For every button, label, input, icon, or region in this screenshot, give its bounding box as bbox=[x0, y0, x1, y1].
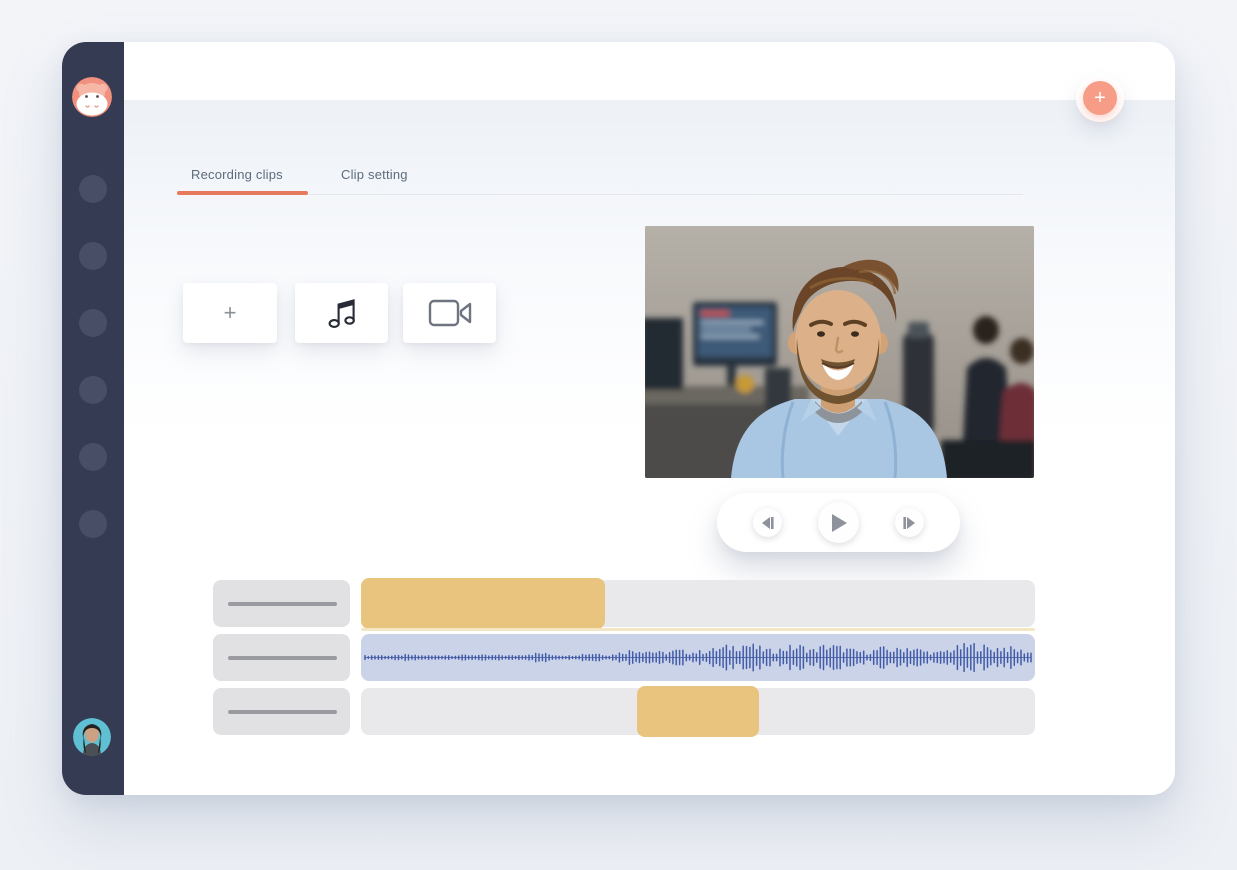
waveform-svg bbox=[361, 634, 1035, 681]
next-button[interactable] bbox=[895, 508, 924, 537]
video-camera-icon bbox=[428, 299, 472, 327]
sidebar-nav bbox=[62, 175, 124, 577]
track-separator-line bbox=[361, 628, 1035, 631]
add-clip-button[interactable]: + bbox=[183, 283, 277, 343]
playback-controls bbox=[717, 493, 960, 552]
sidebar-nav-item-5[interactable] bbox=[79, 443, 107, 471]
timeline-clip[interactable] bbox=[637, 686, 758, 737]
plus-icon: + bbox=[1094, 88, 1106, 108]
add-button[interactable]: + bbox=[1083, 81, 1117, 115]
step-forward-icon bbox=[903, 517, 916, 529]
tab-clip-setting[interactable]: Clip setting bbox=[341, 167, 408, 182]
track-3-label[interactable] bbox=[213, 688, 350, 735]
add-audio-button[interactable] bbox=[295, 283, 388, 343]
music-note-icon bbox=[327, 297, 357, 329]
user-avatar[interactable] bbox=[73, 718, 111, 756]
app-window: + Recording clips Clip setting + bbox=[62, 42, 1175, 795]
sidebar-nav-item-1[interactable] bbox=[79, 175, 107, 203]
sidebar-nav-item-3[interactable] bbox=[79, 309, 107, 337]
sidebar-nav-item-4[interactable] bbox=[79, 376, 107, 404]
audio-waveform-track[interactable] bbox=[361, 634, 1035, 681]
main-panel: + Recording clips Clip setting + bbox=[124, 42, 1175, 795]
user-avatar-photo-icon bbox=[73, 718, 111, 756]
video-preview[interactable] bbox=[645, 226, 1034, 478]
sidebar-nav-item-6[interactable] bbox=[79, 510, 107, 538]
play-button[interactable] bbox=[818, 502, 859, 543]
track-3-lane[interactable] bbox=[361, 688, 1035, 735]
track-2-label[interactable] bbox=[213, 634, 350, 681]
sidebar-nav-item-2[interactable] bbox=[79, 242, 107, 270]
track-1-lane[interactable] bbox=[361, 580, 1035, 627]
track-1-label[interactable] bbox=[213, 580, 350, 627]
timeline-clip[interactable] bbox=[361, 578, 605, 629]
add-video-button[interactable] bbox=[403, 283, 496, 343]
hippo-logo-icon bbox=[72, 77, 112, 117]
play-icon bbox=[831, 514, 847, 532]
previous-button[interactable] bbox=[753, 508, 782, 537]
page-background: { "app": {"kind": "video-recording-edito… bbox=[0, 0, 1237, 870]
video-frame-image bbox=[645, 226, 1034, 478]
step-backward-icon bbox=[761, 517, 774, 529]
active-tab-underline bbox=[177, 191, 308, 195]
sidebar bbox=[62, 42, 124, 795]
plus-icon: + bbox=[224, 302, 237, 324]
app-logo hippo-logo-icon[interactable] bbox=[72, 77, 112, 117]
tab-recording-clips[interactable]: Recording clips bbox=[191, 167, 283, 182]
